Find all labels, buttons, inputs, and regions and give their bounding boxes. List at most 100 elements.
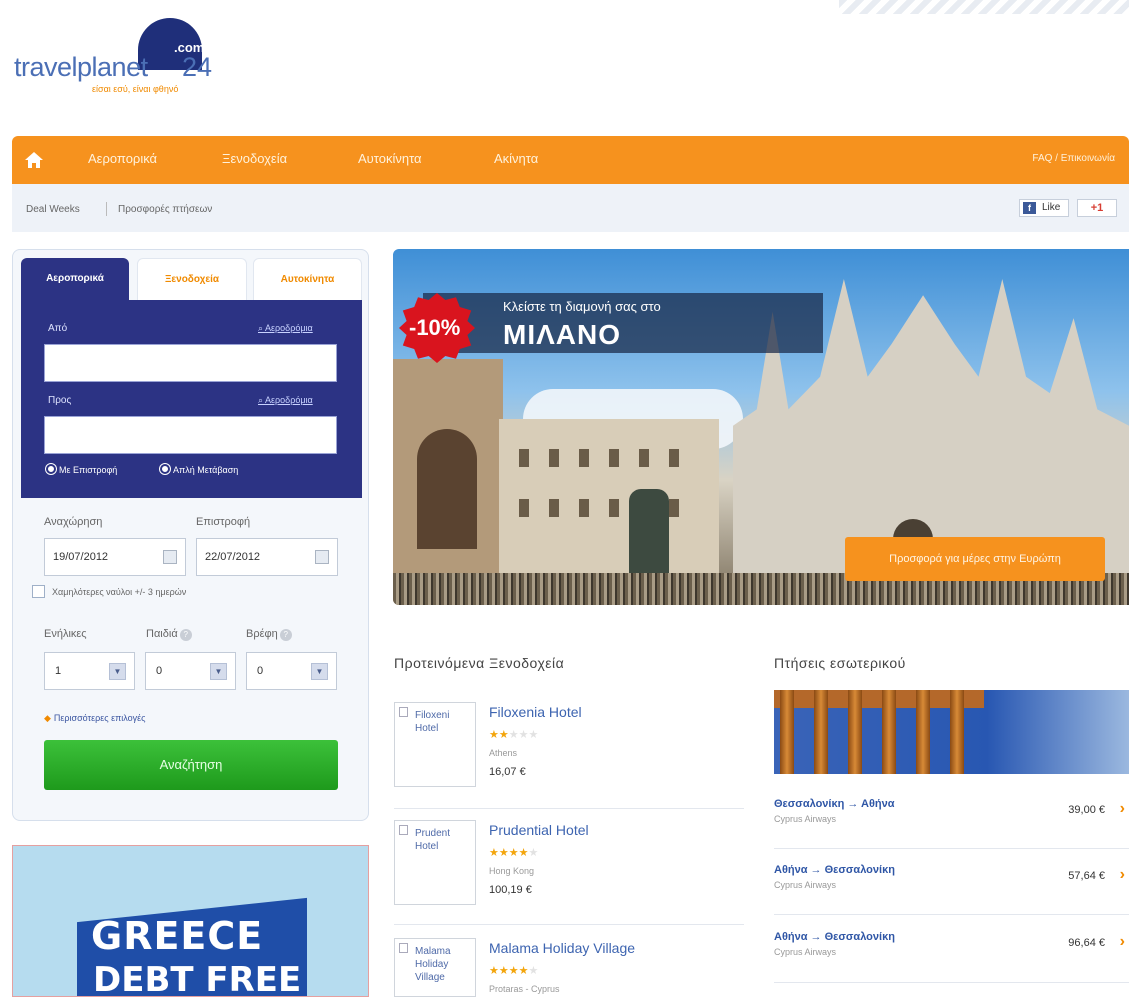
to-input[interactable] [44, 416, 337, 454]
logo-number: 24 [182, 52, 213, 82]
promo-subtitle: Κλείστε τη διαμονή σας στο [503, 299, 661, 314]
gallery-building [393, 359, 503, 605]
infants-label-wrap: Βρέφη? [246, 628, 292, 641]
hotel-item[interactable]: Filoxeni Hotel Filoxenia Hotel ★★★★★ Ath… [394, 702, 744, 802]
window [579, 499, 589, 517]
tab-flights[interactable]: Αεροπορικά [21, 258, 129, 300]
hotel-item[interactable]: Malama Holiday Village Malama Holiday Vi… [394, 938, 744, 997]
help-icon[interactable]: ? [179, 629, 192, 641]
google-plus-button[interactable]: +1 [1077, 199, 1117, 217]
adults-select[interactable]: 1 ▼ [44, 652, 135, 690]
from-label: Από [48, 323, 68, 334]
from-input[interactable] [44, 344, 337, 382]
flight-route[interactable]: Αθήνα → Θεσσαλονίκη [774, 864, 895, 876]
diamond-icon: ◆ [44, 713, 51, 723]
infants-select[interactable]: 0 ▼ [246, 652, 337, 690]
nav-realestate[interactable]: Ακίνητα [494, 151, 538, 166]
from-airports-link[interactable]: ⌕ Αεροδρόμια [258, 323, 313, 334]
logo-name: travelplanet [14, 52, 148, 82]
search-tabs: Αεροπορικά Ξενοδοχεία Αυτοκίνητα [21, 258, 362, 300]
return-date-value: 22/07/2012 [205, 551, 261, 563]
chevron-down-icon: ▼ [311, 663, 328, 680]
temple-column [916, 690, 930, 774]
parthenon-image[interactable] [774, 690, 1129, 774]
chevron-right-icon[interactable]: › [1120, 933, 1125, 951]
search-button[interactable]: Αναζήτηση [44, 740, 338, 790]
star-icon: ★★★★ [489, 847, 529, 859]
flight-airline: Cyprus Airways [774, 814, 837, 824]
help-icon[interactable]: ? [279, 629, 292, 641]
hotel-city: Protaras - Cyprus [489, 984, 560, 994]
link-flight-offers[interactable]: Προσφορές πτήσεων [118, 204, 212, 215]
milan-hero-banner[interactable]: Κλείστε τη διαμονή σας στο ΜΙΛΑΝΟ -10% Π… [393, 249, 1129, 605]
hotel-thumbnail[interactable]: Malama Holiday Village [394, 938, 476, 997]
hotel-name[interactable]: Prudential Hotel [489, 822, 589, 838]
children-select-value: 0 [156, 665, 163, 677]
window [579, 449, 589, 467]
window [549, 449, 559, 467]
radio-return[interactable]: Με Επιστροφή [46, 464, 117, 475]
banner-line2: DEBT FREE [93, 960, 302, 997]
children-select[interactable]: 0 ▼ [145, 652, 236, 690]
home-icon[interactable] [24, 150, 44, 170]
window [639, 449, 649, 467]
greece-debt-free-banner[interactable]: GREECE DEBT FREE [12, 845, 369, 997]
radio-oneway-label: Απλή Μετάβαση [173, 465, 239, 475]
window [519, 499, 529, 517]
temple-column [814, 690, 828, 774]
hotel-thumbnail[interactable]: Prudent Hotel [394, 820, 476, 905]
promo-city: ΜΙΛΑΝΟ [503, 319, 621, 350]
chevron-down-icon: ▼ [109, 663, 126, 680]
nav-faq-contact[interactable]: FAQ / Επικοινωνία [1032, 153, 1115, 164]
hotel-city: Hong Kong [489, 866, 535, 876]
nav-cars[interactable]: Αυτοκίνητα [358, 151, 422, 166]
facebook-like-button[interactable]: f Like [1019, 199, 1069, 217]
adults-label: Ενήλικες [44, 628, 87, 640]
thumbnail-alt-text: Prudent Hotel [415, 828, 451, 852]
thumbnail-alt-text: Filoxeni Hotel [415, 710, 450, 734]
gallery-arch [417, 429, 477, 549]
tab-cars[interactable]: Αυτοκίνητα [253, 258, 362, 300]
flex-dates-checkbox[interactable] [32, 585, 45, 598]
radio-oneway[interactable]: Απλή Μετάβαση [160, 464, 238, 475]
return-label: Επιστροφή [196, 516, 251, 528]
flight-route[interactable]: Αθήνα → Θεσσαλονίκη [774, 931, 895, 943]
children-label: Παιδιά [146, 628, 178, 640]
flight-airline: Cyprus Airways [774, 947, 837, 957]
flight-route[interactable]: Θεσσαλονίκη → Αθήνα [774, 798, 895, 810]
link-deal-weeks[interactable]: Deal Weeks [26, 204, 80, 215]
chevron-right-icon[interactable]: › [1120, 866, 1125, 884]
hotel-name[interactable]: Malama Holiday Village [489, 940, 635, 956]
calendar-icon[interactable] [315, 550, 329, 564]
gplus-label: +1 [1090, 202, 1104, 214]
temple-column [848, 690, 862, 774]
site-logo[interactable]: .com travelplanet 24 είσαι εσύ, είναι φθ… [14, 18, 234, 98]
children-label-wrap: Παιδιά? [146, 628, 192, 641]
to-airports-link[interactable]: ⌕ Αεροδρόμια [258, 395, 313, 406]
window [549, 499, 559, 517]
return-date-input[interactable]: 22/07/2012 [196, 538, 338, 576]
more-options-link[interactable]: ◆ Περισσότερες επιλογές [44, 713, 146, 724]
hotel-city: Athens [489, 748, 518, 758]
hotel-name[interactable]: Filoxenia Hotel [489, 704, 582, 720]
hero-cta-button[interactable]: Προσφορά για μέρες στην Ευρώπη [845, 537, 1105, 581]
chevron-right-icon[interactable]: › [1120, 800, 1125, 818]
hotel-thumbnail[interactable]: Filoxeni Hotel [394, 702, 476, 787]
tab-hotels[interactable]: Ξενοδοχεία [137, 258, 247, 300]
nav-hotels[interactable]: Ξενοδοχεία [222, 151, 287, 166]
broken-image-icon [399, 825, 408, 835]
depart-label: Αναχώρηση [44, 516, 103, 528]
hotel-item[interactable]: Prudent Hotel Prudential Hotel ★★★★★ Hon… [394, 820, 744, 920]
infants-label: Βρέφη [246, 628, 278, 640]
adults-select-value: 1 [55, 665, 62, 677]
divider [774, 914, 1129, 915]
broken-image-icon [399, 943, 408, 953]
calendar-icon[interactable] [163, 550, 177, 564]
search-panel: Αεροπορικά Ξενοδοχεία Αυτοκίνητα [12, 249, 369, 821]
depart-date-value: 19/07/2012 [53, 551, 109, 563]
star-rating: ★★★★★ [489, 846, 538, 859]
depart-date-input[interactable]: 19/07/2012 [44, 538, 186, 576]
flight-price: 57,64 € [1068, 870, 1105, 882]
nav-flights[interactable]: Αεροπορικά [88, 151, 157, 166]
infants-select-value: 0 [257, 665, 264, 677]
